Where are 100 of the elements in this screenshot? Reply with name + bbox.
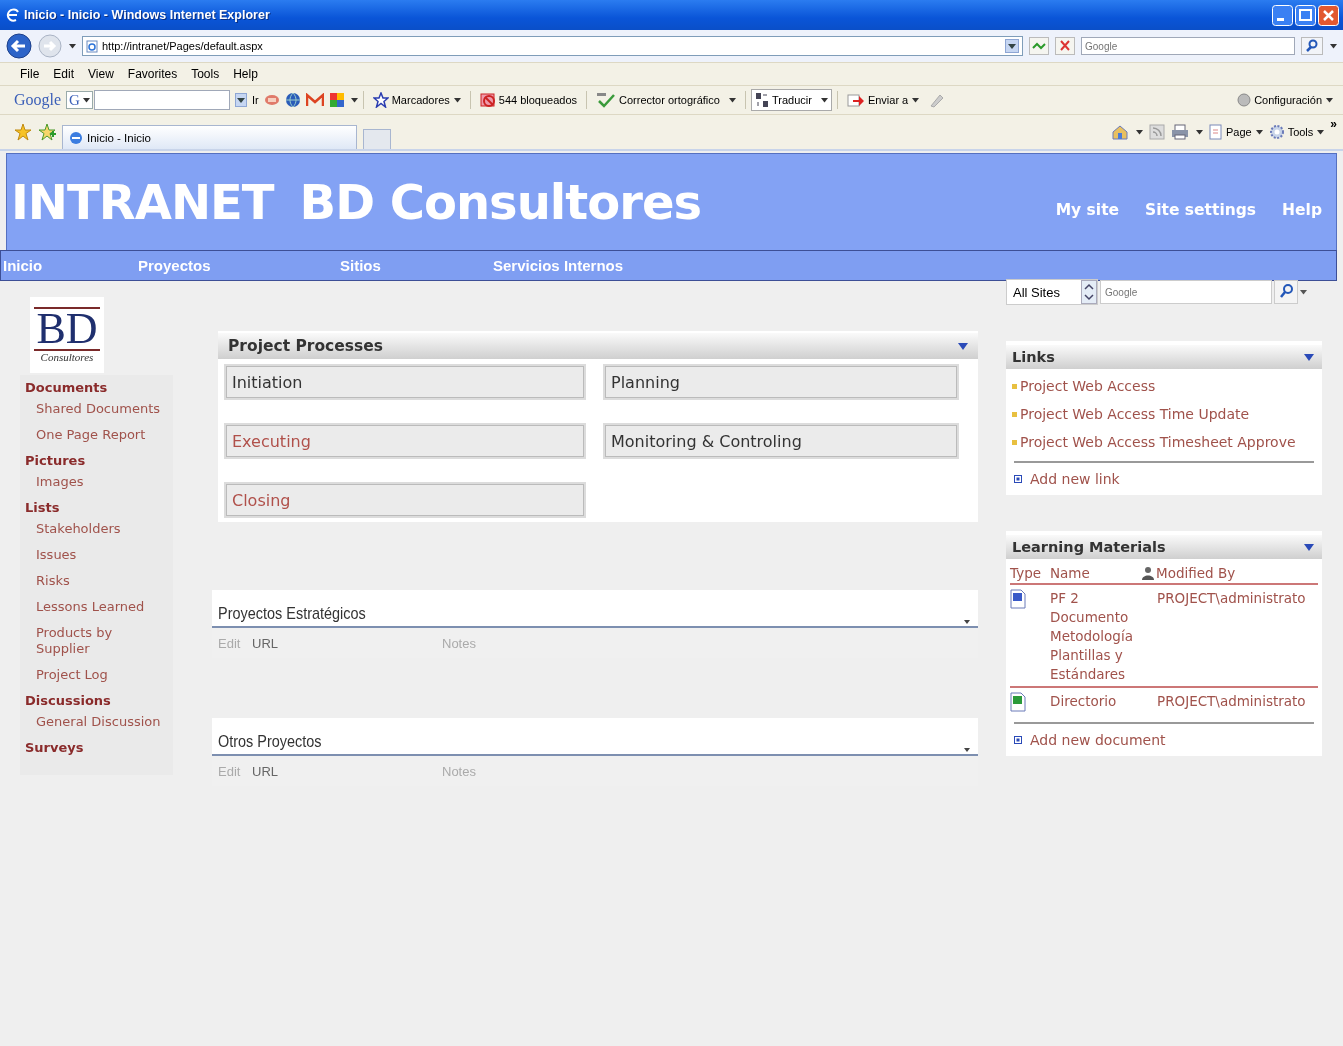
menu-item[interactable]: File [20,67,40,81]
add-favorite-icon[interactable] [38,123,56,141]
process-tile[interactable]: Closing [224,482,586,518]
toolbar-button[interactable]: Traducir [750,89,832,111]
back-button[interactable] [6,33,32,59]
mail-icon[interactable] [305,93,324,107]
minimize-button[interactable] [1272,4,1293,26]
link-item[interactable]: Project Web Access [1020,378,1156,394]
nav-heading[interactable]: Lists [25,500,173,515]
process-tile[interactable]: Monitoring & Controling [603,423,959,459]
dropdown-arrow-icon[interactable] [964,748,970,752]
caret-icon [1135,129,1143,135]
column-header: URL [252,763,279,779]
nav-link[interactable]: Shared Documents [36,401,166,417]
nav-link[interactable]: Project Log [36,667,166,683]
caret-icon [1326,97,1333,103]
page-icon [86,39,98,53]
toolbar-search-field[interactable] [93,90,230,110]
spellcheck-icon [596,92,617,108]
site-search-field[interactable]: Google [1100,280,1272,304]
column-header: Notes [442,635,477,651]
nav-link[interactable]: General Discussion [36,714,166,730]
command-button[interactable]: Page [1208,124,1263,140]
add-document-link[interactable]: Add new document [1030,732,1166,748]
caret-icon [1195,129,1203,135]
dropdown-arrow-icon[interactable] [1304,353,1314,361]
feeds-icon[interactable] [1148,124,1165,140]
google-logo: Google [14,91,62,109]
document-name-link[interactable]: Directorio [1050,692,1140,712]
home-icon[interactable] [1110,124,1129,140]
column-header[interactable]: Type [1010,565,1050,581]
nav-heading[interactable]: Discussions [25,693,173,708]
process-tile[interactable]: Planning [603,364,959,400]
maximize-button[interactable] [1295,4,1316,26]
search-field[interactable]: Google [1081,37,1295,55]
settings-button[interactable]: Configuración [1233,90,1337,110]
news-icon[interactable] [263,93,280,107]
menu-item[interactable]: Edit [53,67,75,81]
settings-icon [1237,93,1252,107]
toolbar-button[interactable]: Enviar a [842,89,924,111]
blocks-icon[interactable] [328,92,345,108]
dropdown-arrow-icon[interactable] [964,620,970,624]
caret-icon [82,97,90,103]
globe-icon[interactable] [284,92,301,108]
dropdown-icon [1005,39,1019,53]
site-title: INTRANET [11,174,274,230]
browser-logo-icon [69,130,83,145]
browser-tab[interactable]: Inicio - Inicio [62,125,357,149]
menu-item[interactable]: Favorites [127,67,178,81]
send-icon [846,92,865,108]
spreadsheet-icon[interactable] [1010,692,1026,712]
google-menu-button[interactable]: G [66,91,93,109]
column-header[interactable]: Name [1050,565,1142,581]
search-options-icon [1300,289,1307,295]
link-item[interactable]: Project Web Access Timesheet Approve [1020,434,1296,450]
nav-link[interactable]: One Page Report [36,427,166,443]
refresh-button[interactable] [1029,37,1049,55]
column-header[interactable]: Modified By [1156,565,1236,581]
command-button[interactable]: Tools [1268,124,1325,140]
link-item[interactable]: Project Web Access Time Update [1020,406,1250,422]
search-button[interactable] [1301,37,1323,55]
more-tools-button[interactable]: » [1330,117,1337,131]
dropdown-arrow-icon[interactable] [958,342,968,350]
caret-icon [1255,129,1263,135]
nav-link[interactable]: Images [36,474,166,490]
menu-item[interactable]: Help [233,67,258,81]
go-button[interactable]: Ir [251,94,259,106]
print-icon[interactable] [1170,124,1189,140]
nav-link[interactable]: Risks [36,573,166,589]
close-button[interactable] [1318,4,1339,26]
person-icon [1142,566,1154,580]
address-field[interactable]: http://intranet/Pages/default.aspx [82,36,1023,56]
panel-title: Links [1012,349,1056,365]
menu-item[interactable]: Tools [191,67,220,81]
process-tile[interactable]: Executing [224,423,586,459]
nav-heading[interactable]: Surveys [25,740,173,755]
logo-letters: BD [34,307,100,351]
table-cell-text: PROJECT\administrato [1157,692,1307,711]
nav-link[interactable]: Stakeholders [36,521,166,537]
favorites-icon[interactable] [14,123,32,141]
document-name-link[interactable]: PF 2 Documento Metodología Plantillas y Estándares [1050,589,1140,684]
toolbar-button[interactable]: 544 bloqueados [475,89,582,111]
search-scope-dropdown[interactable]: All Sites [1006,279,1098,305]
toolbar-button[interactable]: Marcadores [368,89,465,111]
nav-heading[interactable]: Documents [25,380,173,395]
spinner-arrows-icon [1081,280,1097,304]
toolbar-button[interactable]: Corrector ortográfico [592,89,740,111]
caret-icon [1317,129,1325,135]
nav-link[interactable]: Lessons Learned [36,599,166,615]
dropdown-arrow-icon[interactable] [1304,543,1314,551]
nav-link[interactable]: Products by Supplier [36,625,166,657]
search-button[interactable] [1274,280,1298,304]
table-cell-text: PROJECT\administrato [1157,589,1307,608]
menu-item[interactable]: View [88,67,114,81]
process-tile[interactable]: Initiation [224,364,586,400]
nav-heading[interactable]: Pictures [25,453,173,468]
nav-link[interactable]: Issues [36,547,166,563]
add-link[interactable]: Add new link [1030,471,1120,487]
word-document-icon[interactable] [1010,589,1026,609]
stop-button[interactable] [1055,37,1075,55]
